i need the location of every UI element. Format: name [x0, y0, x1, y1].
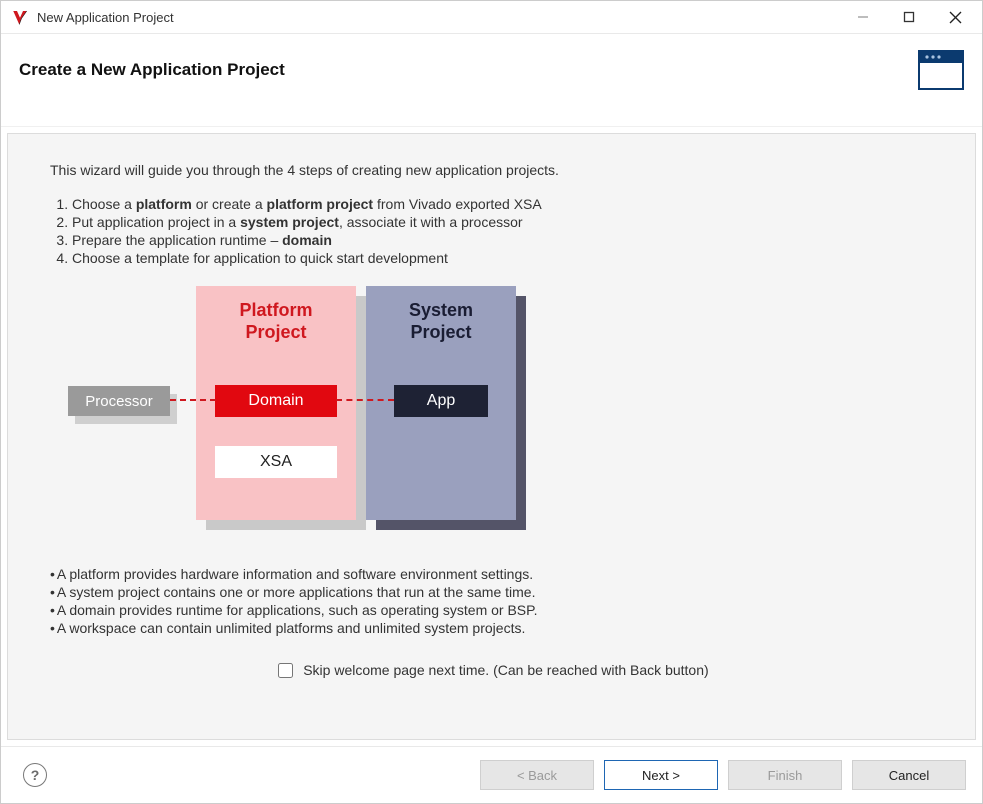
wizard-header: Create a New Application Project — [1, 34, 982, 127]
skip-welcome-checkbox[interactable] — [278, 663, 293, 678]
finish-button[interactable]: Finish — [728, 760, 842, 790]
xsa-box: XSA — [215, 446, 337, 478]
note-workspace: A workspace can contain unlimited platfo… — [50, 620, 933, 636]
system-project-box: System Project App — [366, 286, 516, 520]
minimize-button[interactable] — [840, 1, 886, 33]
step-4: Choose a template for application to qui… — [72, 250, 933, 266]
page-title: Create a New Application Project — [19, 60, 285, 80]
step-2: Put application project in a system proj… — [72, 214, 933, 230]
step-1: Choose a platform or create a platform p… — [72, 196, 933, 212]
app-box: App — [394, 385, 488, 417]
note-domain: A domain provides runtime for applicatio… — [50, 602, 933, 618]
help-button[interactable]: ? — [23, 763, 47, 787]
platform-project-title: Platform Project — [196, 286, 356, 343]
platform-project-box: Platform Project Domain XSA — [196, 286, 356, 520]
skip-welcome-row: Skip welcome page next time. (Can be rea… — [50, 660, 933, 681]
next-button[interactable]: Next > — [604, 760, 718, 790]
connector-domain-app — [336, 399, 394, 401]
cancel-button[interactable]: Cancel — [852, 760, 966, 790]
titlebar: New Application Project — [1, 1, 982, 34]
window-header-icon — [918, 50, 964, 90]
intro-text: This wizard will guide you through the 4… — [50, 162, 933, 178]
connector-processor-domain — [170, 399, 216, 401]
steps-list: Choose a platform or create a platform p… — [50, 196, 933, 266]
system-project-title: System Project — [366, 286, 516, 343]
window-title: New Application Project — [37, 10, 840, 25]
note-platform: A platform provides hardware information… — [50, 566, 933, 582]
architecture-diagram: Processor Platform Project Domain XSA Sy… — [50, 286, 933, 546]
close-button[interactable] — [932, 1, 978, 33]
maximize-button[interactable] — [886, 1, 932, 33]
content-area: This wizard will guide you through the 4… — [1, 127, 982, 746]
note-system-project: A system project contains one or more ap… — [50, 584, 933, 600]
skip-welcome-label[interactable]: Skip welcome page next time. (Can be rea… — [274, 662, 708, 678]
back-button[interactable]: < Back — [480, 760, 594, 790]
button-bar: ? < Back Next > Finish Cancel — [1, 746, 982, 803]
processor-box: Processor — [68, 386, 170, 416]
step-3: Prepare the application runtime – domain — [72, 232, 933, 248]
domain-box: Domain — [215, 385, 337, 417]
app-icon — [11, 8, 29, 26]
wizard-dialog: New Application Project Create a New App… — [0, 0, 983, 804]
notes-list: A platform provides hardware information… — [50, 566, 933, 636]
